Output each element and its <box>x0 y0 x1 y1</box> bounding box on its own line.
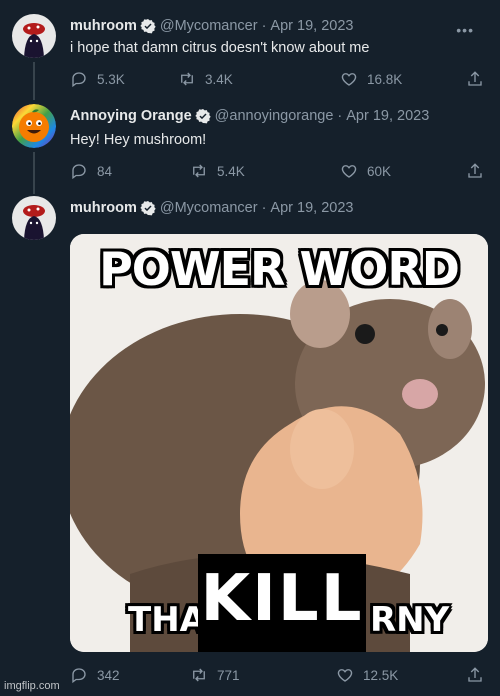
retweet-button[interactable]: 3.4K <box>178 70 233 88</box>
like-count: 60K <box>367 163 392 179</box>
thread-connector <box>33 62 35 100</box>
like-button[interactable]: 12.5K <box>336 666 398 684</box>
share-button[interactable] <box>466 666 484 684</box>
reply-count: 5.3K <box>97 71 125 87</box>
tweet-actions: 5.3K 3.4K 16.8K <box>70 70 486 90</box>
meme-top-text: POWER WORD <box>99 242 460 296</box>
avatar-muhroom[interactable] <box>12 14 56 58</box>
thread-connector <box>33 152 35 194</box>
retweet-button[interactable]: 5.4K <box>190 162 245 180</box>
retweet-icon <box>181 72 193 86</box>
like-count: 12.5K <box>363 667 399 683</box>
like-count: 16.8K <box>367 71 403 87</box>
reply-icon <box>72 164 86 180</box>
tweet-header: muhroom @Mycomancer · Apr 19, 2023 <box>70 16 353 36</box>
separator-dot: · <box>261 200 267 216</box>
reply-count: 342 <box>97 667 120 683</box>
meme-bottom-right-text: RNY <box>370 600 450 640</box>
tweet-1[interactable]: muhroom @Mycomancer · Apr 19, 2023 ••• i… <box>0 14 500 94</box>
like-icon <box>341 73 357 86</box>
like-button[interactable]: 60K <box>340 162 391 180</box>
tweet-header: Annoying Orange @annoyingorange · Apr 19… <box>70 106 429 126</box>
display-name[interactable]: Annoying Orange <box>70 108 192 124</box>
verified-icon <box>194 109 211 124</box>
separator-dot: · <box>261 18 267 34</box>
imgflip-watermark: imgflip.com <box>4 680 60 692</box>
reply-button[interactable]: 84 <box>70 162 112 180</box>
avatar-annoying-orange[interactable] <box>12 104 56 148</box>
retweet-count: 5.4K <box>217 163 245 179</box>
retweet-icon <box>193 668 205 682</box>
tweet-text: i hope that damn citrus doesn't know abo… <box>70 40 370 56</box>
handle[interactable]: @Mycomancer <box>160 200 258 216</box>
retweet-icon <box>193 164 205 178</box>
meme-kill-text: KILL <box>200 562 364 636</box>
retweet-count: 771 <box>217 667 240 683</box>
share-button[interactable] <box>466 162 484 180</box>
tweet-actions: 84 5.4K 60K <box>70 162 486 182</box>
share-button[interactable] <box>466 70 484 88</box>
reply-button[interactable]: 5.3K <box>70 70 125 88</box>
tweet-header: muhroom @Mycomancer · Apr 19, 2023 <box>70 198 353 218</box>
handle[interactable]: @annoyingorange <box>215 108 334 124</box>
display-name[interactable]: muhroom <box>70 200 137 216</box>
reply-icon <box>72 668 86 684</box>
retweet-button[interactable]: 771 <box>190 666 240 684</box>
share-icon <box>468 163 482 178</box>
like-icon <box>341 165 357 178</box>
timestamp[interactable]: Apr 19, 2023 <box>270 18 353 34</box>
reply-button[interactable]: 342 <box>70 666 120 684</box>
share-icon <box>468 71 482 86</box>
tweet-text: Hey! Hey mushroom! <box>70 132 207 148</box>
verified-icon <box>140 19 156 34</box>
reply-icon <box>72 72 86 88</box>
like-icon <box>337 669 353 682</box>
retweet-count: 3.4K <box>205 71 233 87</box>
display-name[interactable]: muhroom <box>70 18 137 34</box>
avatar-muhroom[interactable] <box>12 196 56 240</box>
timestamp[interactable]: Apr 19, 2023 <box>346 108 429 124</box>
reply-count: 84 <box>97 163 113 179</box>
separator-dot: · <box>337 108 343 124</box>
tweet-media-image[interactable]: POWER WORD THA RNY KILL <box>70 234 488 652</box>
handle[interactable]: @Mycomancer <box>160 18 258 34</box>
tweet-actions: 342 771 12.5K <box>70 666 486 686</box>
tweet-2[interactable]: Annoying Orange @annoyingorange · Apr 19… <box>0 104 500 184</box>
meme-bottom-left-text: THA <box>128 600 206 640</box>
share-icon <box>468 667 482 682</box>
like-button[interactable]: 16.8K <box>340 70 402 88</box>
verified-icon <box>140 201 156 216</box>
more-icon[interactable]: ••• <box>456 22 474 38</box>
timestamp[interactable]: Apr 19, 2023 <box>270 200 353 216</box>
